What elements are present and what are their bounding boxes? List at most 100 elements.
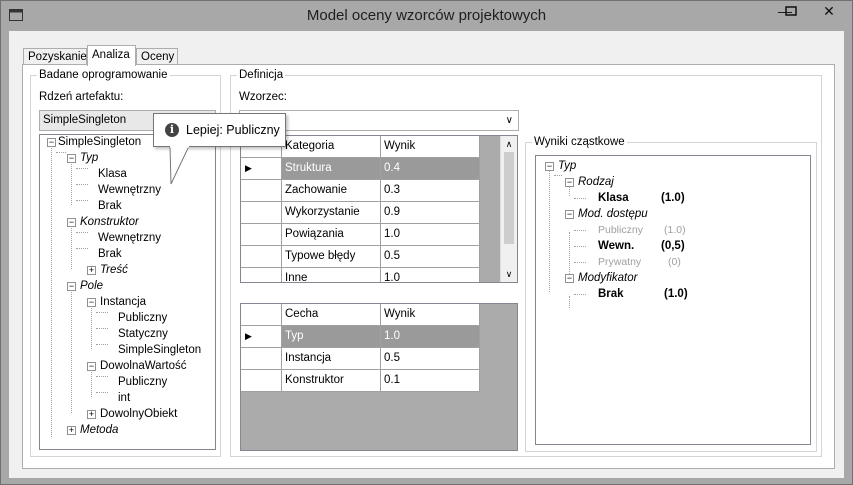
close-button[interactable]: ✕ [807,1,851,23]
tree-node-klasa[interactable]: Klasa [98,167,127,182]
grid-cell[interactable]: Instancja [282,348,381,370]
tree-node-typ[interactable]: Typ [80,151,98,166]
row-pointer-icon: ▶ [241,158,282,180]
collapse-icon[interactable]: − [565,274,574,283]
tree-node-rodzaj[interactable]: Rodzaj [578,175,614,190]
grid-cell[interactable]: 0.4 [381,158,480,180]
score-prywatny: (0) [668,256,681,268]
collapse-icon[interactable]: − [67,154,76,163]
group-title: Badane oprogramowanie [37,68,170,82]
vertical-scrollbar[interactable]: ∧ ∨ [500,136,517,282]
grid-cell[interactable]: 0.1 [381,370,480,392]
grid-cell[interactable]: 0.5 [381,246,480,268]
grid-cell[interactable]: 1.0 [381,326,480,348]
tree-node-d-publiczny[interactable]: Publiczny [118,375,167,390]
partial-results-tree[interactable]: − Typ − Rodzaj Klasa (1.0) − Mod. dostęp… [535,155,811,445]
grid-header-wynik[interactable]: Wynik [381,136,480,158]
group-title: Wyniki cząstkowe [532,135,627,149]
tree-node-publiczny[interactable]: Publiczny [598,223,643,238]
expand-icon[interactable]: + [87,266,96,275]
tree-node-simplesingleton[interactable]: SimpleSingleton [118,343,201,358]
score-wewn: (0,5) [661,240,685,252]
tree-node-pole[interactable]: Pole [80,279,103,294]
row-pointer-icon: ▶ [241,326,282,348]
grid-cell[interactable]: Konstruktor [282,370,381,392]
tree-node-int[interactable]: int [118,391,130,406]
tree-node-brak[interactable]: Brak [598,287,624,302]
table-row[interactable]: Konstruktor 0.1 [241,370,517,392]
window-title: Model oceny wzorców projektowych [306,7,547,24]
scroll-down-icon[interactable]: ∨ [501,266,517,282]
tree-node-typ[interactable]: Typ [558,159,576,174]
grid-cell[interactable]: Typowe błędy [282,246,381,268]
tooltip-text: Lepiej: Publiczny [186,123,280,137]
tree-node-konstruktor[interactable]: Konstruktor [80,215,139,230]
tree-node-dowolna-wartosc[interactable]: DowolnaWartość [100,359,187,374]
collapse-icon[interactable]: − [87,362,96,371]
grid-cell[interactable]: 0.9 [381,202,480,224]
tree-node-wewn[interactable]: Wewn. [598,239,634,254]
table-row[interactable]: ▶ Struktura 0.4 [241,158,517,180]
tree-node-prywatny[interactable]: Prywatny [598,255,641,270]
table-row[interactable]: Zachowanie 0.3 [241,180,517,202]
table-row[interactable]: Instancja 0.5 [241,348,517,370]
grid-header-kategoria[interactable]: Kategoria [282,136,381,158]
tree-node-k-wewnetrzny[interactable]: Wewnętrzny [98,231,161,246]
table-row[interactable]: ▶ Typ 1.0 [241,326,517,348]
tree-node-klasa[interactable]: Klasa [598,191,629,206]
expand-icon[interactable]: + [67,426,76,435]
grid-cell[interactable]: Zachowanie [282,180,381,202]
tree-node-k-brak[interactable]: Brak [98,247,122,262]
collapse-icon[interactable]: − [565,210,574,219]
table-row[interactable]: Inne 1.0 [241,268,517,282]
grid-header-cecha[interactable]: Cecha [282,304,381,326]
collapse-icon[interactable]: − [67,218,76,227]
client-area: Pozyskanie Analiza Oceny Badane oprogram… [9,31,844,478]
tab-analiza[interactable]: Analiza [87,45,136,66]
tree-node-mod-dostepu[interactable]: Mod. dostępu [578,207,648,222]
tree-node-root[interactable]: SimpleSingleton [58,135,141,150]
grid-cell[interactable]: Struktura [282,158,381,180]
tree-node-metoda[interactable]: Metoda [80,423,118,438]
group-definicja: Definicja Wzorzec: ∨ Kategoria Wynik ▶ S [230,68,822,457]
grid-cell[interactable]: Inne [282,268,381,282]
grid-cell[interactable]: Wykorzystanie [282,202,381,224]
grid-cell[interactable]: Powiązania [282,224,381,246]
collapse-icon[interactable]: − [545,162,554,171]
tree-node-wewnetrzny[interactable]: Wewnętrzny [98,183,161,198]
tree-node-modyfikator[interactable]: Modyfikator [578,271,637,286]
scroll-up-icon[interactable]: ∧ [501,136,517,152]
collapse-icon[interactable]: − [47,138,56,147]
grid-cell[interactable]: 0.5 [381,348,480,370]
tree-node-statyczny[interactable]: Statyczny [118,327,168,342]
collapse-icon[interactable]: − [87,298,96,307]
tooltip-pointer [169,146,190,185]
grid-cell[interactable]: 1.0 [381,268,480,282]
core-value: SimpleSingleton [43,114,127,126]
tree-node-dowolny-obiekt[interactable]: DowolnyObiekt [100,407,177,422]
tree-node-brak[interactable]: Brak [98,199,122,214]
feature-grid[interactable]: Cecha Wynik ▶ Typ 1.0 Instancja 0.5 Kons… [240,303,518,451]
collapse-icon[interactable]: − [67,282,76,291]
grid-cell[interactable]: 0.3 [381,180,480,202]
expand-icon[interactable]: + [87,410,96,419]
core-label: Rdzeń artefaktu: [39,91,124,103]
table-row[interactable]: Typowe błędy 0.5 [241,246,517,268]
table-row[interactable]: Powiązania 1.0 [241,224,517,246]
tab-oceny[interactable]: Oceny [136,48,178,65]
category-grid[interactable]: Kategoria Wynik ▶ Struktura 0.4 Zachowan… [240,135,518,283]
grid-header-wynik[interactable]: Wynik [381,304,480,326]
pattern-label: Wzorzec: [239,91,287,103]
table-row[interactable]: Wykorzystanie 0.9 [241,202,517,224]
main-window: Model oceny wzorców projektowych — ✕ Poz… [0,0,853,485]
collapse-icon[interactable]: − [565,178,574,187]
tree-node-tresc[interactable]: Treść [100,263,128,278]
tree-node-instancja[interactable]: Instancja [100,295,146,310]
tab-pozyskanie[interactable]: Pozyskanie [23,48,87,65]
tooltip: i Lepiej: Publiczny [153,113,286,185]
grid-cell[interactable]: 1.0 [381,224,480,246]
tree-node-publiczny[interactable]: Publiczny [118,311,167,326]
grid-cell[interactable]: Typ [282,326,381,348]
chevron-down-icon: ∨ [505,115,513,126]
scroll-thumb[interactable] [504,152,514,244]
